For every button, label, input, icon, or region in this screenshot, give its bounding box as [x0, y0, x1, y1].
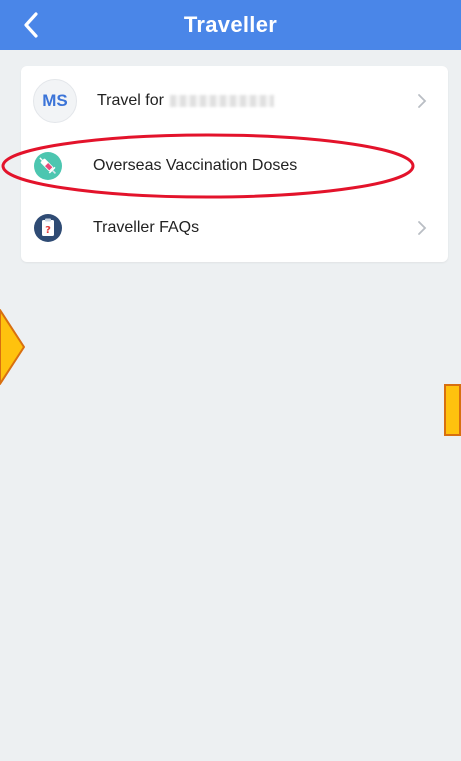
svg-text:?: ?: [45, 225, 51, 236]
chevron-right-icon: [418, 221, 427, 235]
chevron-left-icon: [24, 12, 38, 38]
chevron-right-icon: [418, 94, 427, 108]
app-header: Traveller: [0, 0, 461, 50]
menu-item-overseas-vaccination[interactable]: Overseas Vaccination Doses: [21, 136, 448, 196]
page-title: Traveller: [183, 12, 278, 37]
menu-item-label: Travel for: [97, 92, 274, 110]
avatar: MS: [33, 79, 77, 123]
back-button[interactable]: [18, 10, 44, 40]
menu-card: MS Travel for Overseas Vaccination Doses: [21, 66, 448, 262]
annotation-arrow-icon: [0, 309, 25, 385]
menu-item-label: Overseas Vaccination Doses: [93, 157, 298, 174]
annotation-marker: [444, 384, 461, 436]
syringe-icon: [34, 152, 62, 180]
redacted-name: [169, 94, 274, 107]
menu-item-label: Traveller FAQs: [93, 219, 200, 236]
menu-item-travel-for[interactable]: MS Travel for: [21, 71, 448, 131]
clipboard-question-icon: ?: [34, 214, 62, 242]
menu-item-traveller-faqs[interactable]: ? Traveller FAQs: [21, 198, 448, 258]
